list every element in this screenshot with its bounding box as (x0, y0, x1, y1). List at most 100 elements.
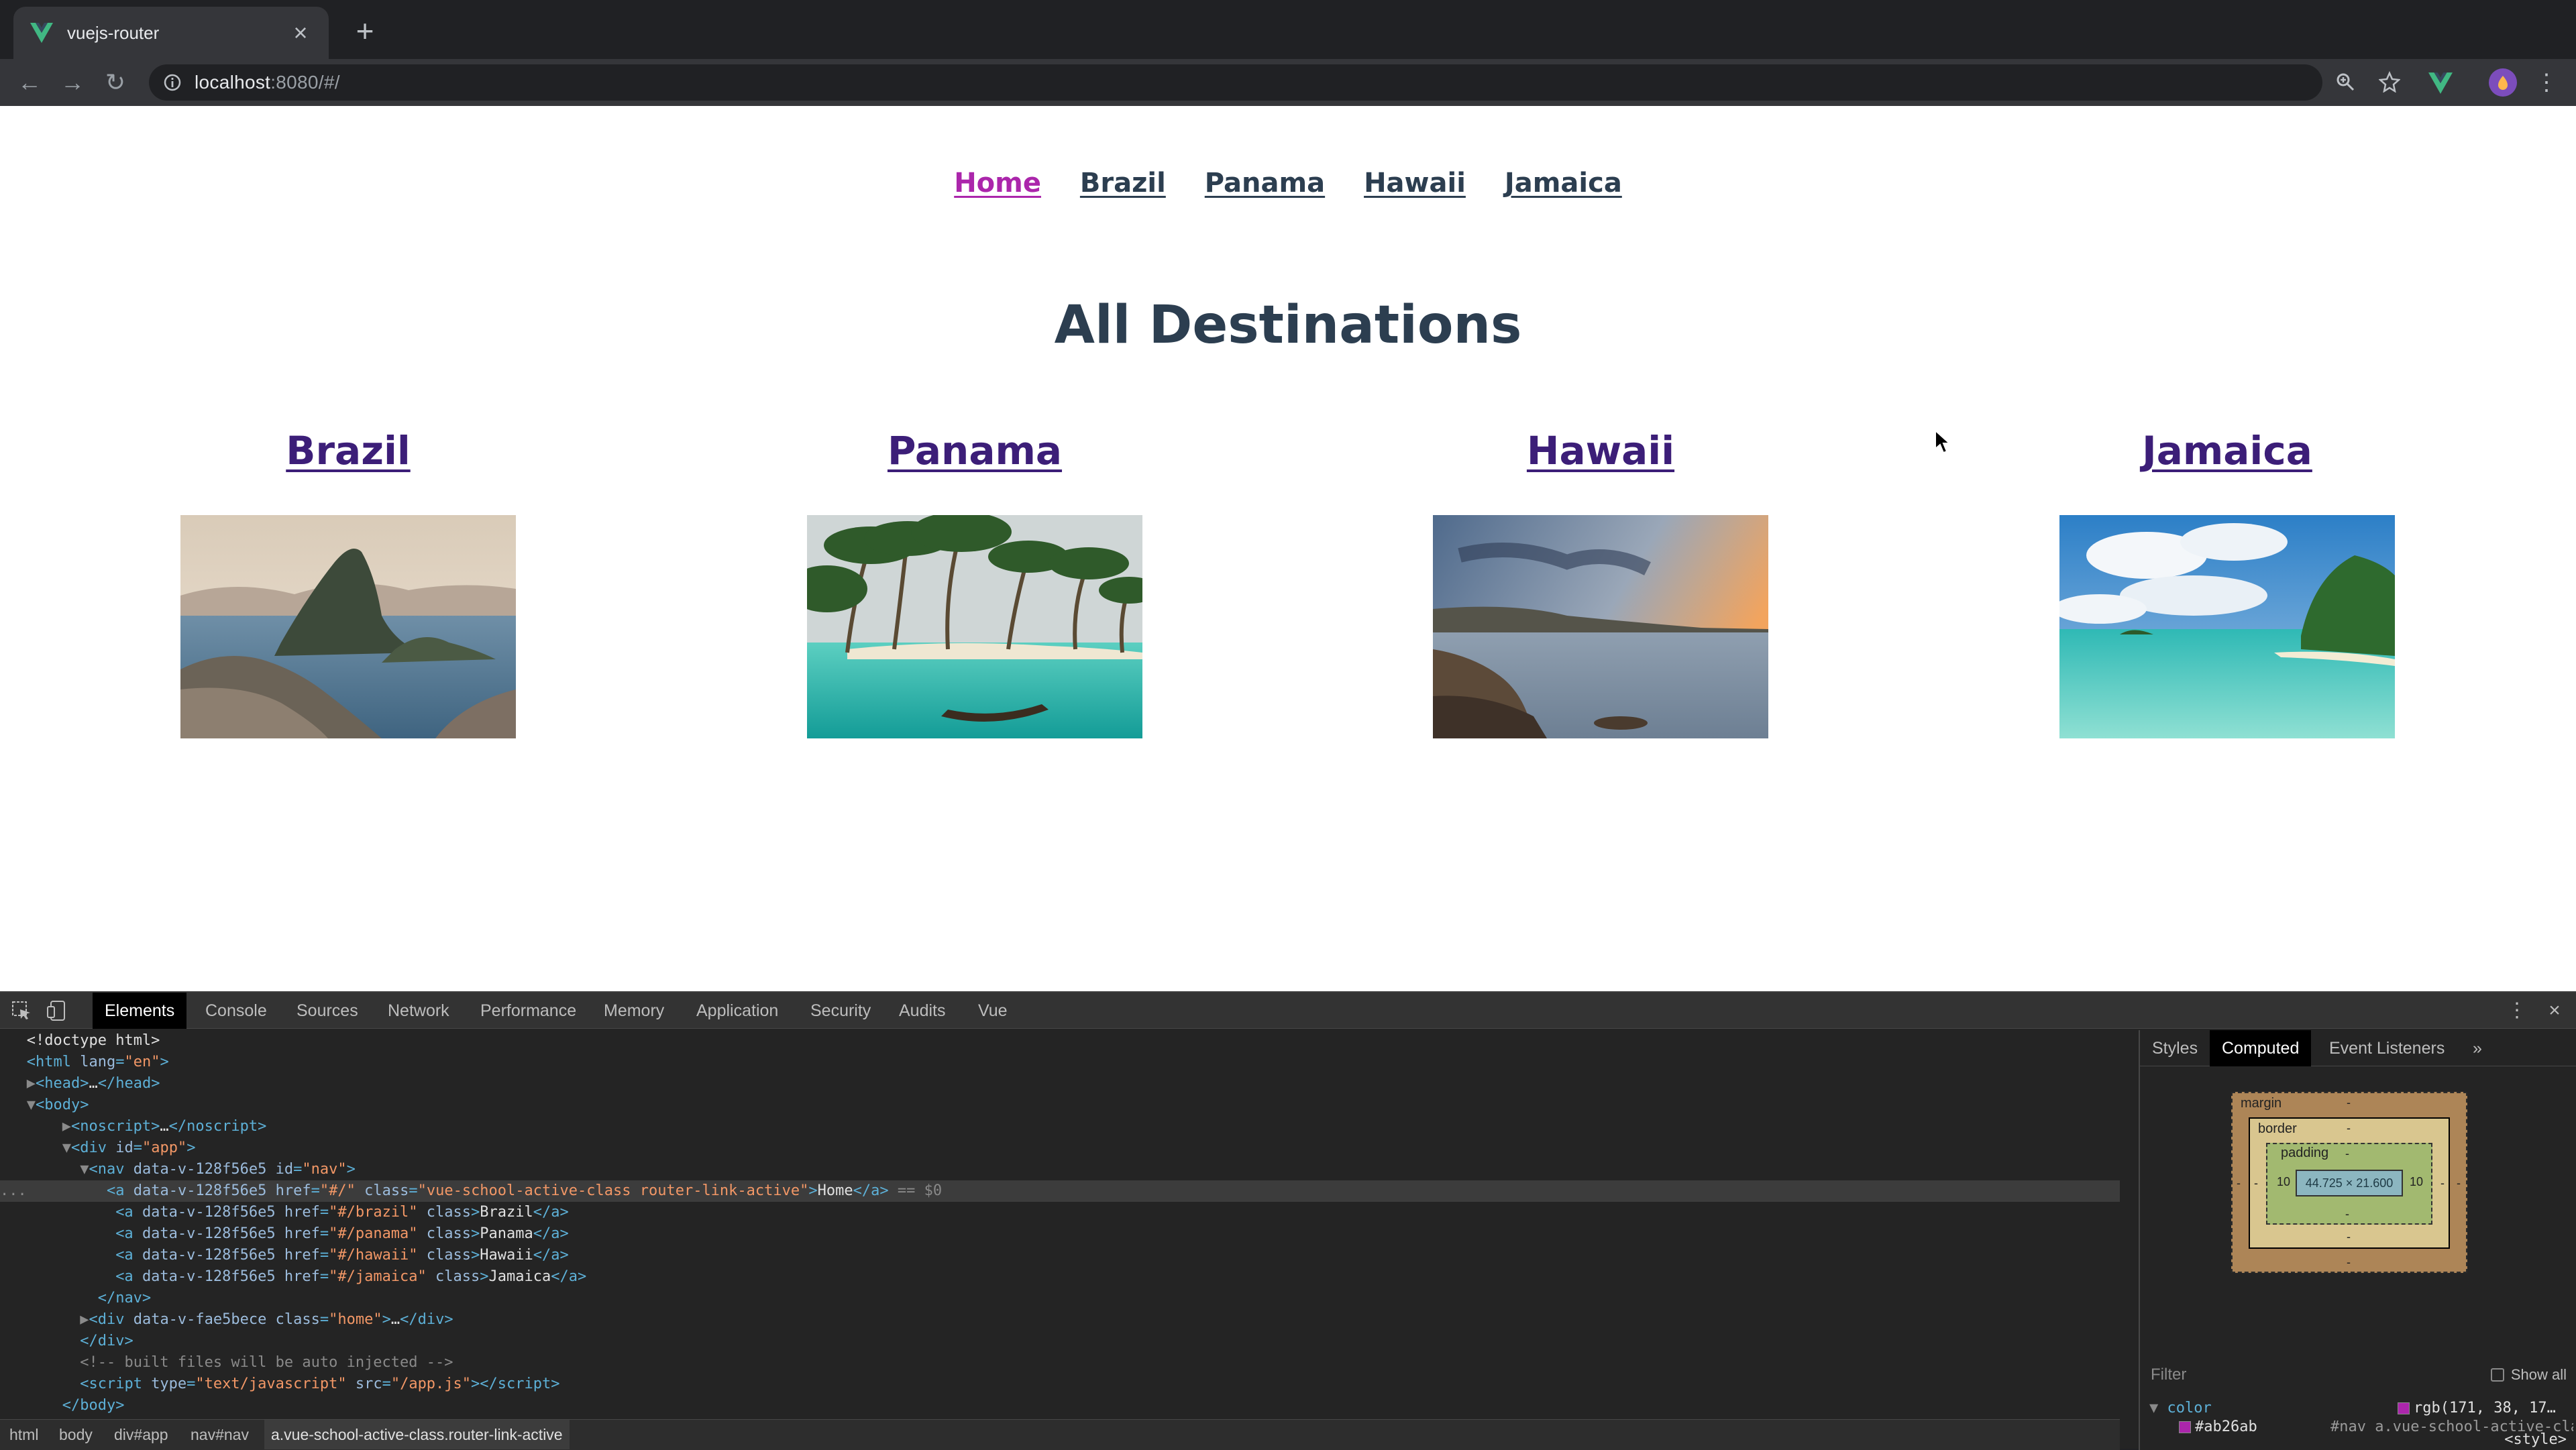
reload-icon[interactable]: ↻ (99, 66, 131, 99)
new-tab-icon[interactable]: + (349, 15, 381, 48)
dom-line[interactable]: <a data-v-128f56e5 href="#/jamaica" clas… (0, 1266, 2120, 1288)
tab-title: vuejs-router (67, 22, 160, 43)
destination-card-brazil: Brazil (147, 428, 549, 738)
box-model-content: 44.725 × 21.600 (2296, 1170, 2403, 1196)
dom-line[interactable]: ▶<noscript>…</noscript> (0, 1116, 2120, 1137)
nav-link-home[interactable]: Home (954, 168, 1041, 199)
computed-filter-input[interactable]: Filter Show all (2151, 1361, 2567, 1388)
dom-line[interactable]: <!-- built files will be auto injected -… (0, 1352, 2120, 1374)
filter-placeholder: Filter (2151, 1365, 2187, 1384)
box-model-border-label: border (2258, 1121, 2297, 1136)
nav-link-hawaii[interactable]: Hawaii (1364, 168, 1466, 199)
devtools-menu-icon[interactable]: ⋮ (2504, 993, 2530, 1029)
padding-right-value: 10 (2410, 1175, 2424, 1188)
address-bar[interactable]: localhost:8080/#/ (149, 64, 2322, 101)
destination-card-jamaica: Jamaica (2026, 428, 2428, 738)
tab-vue[interactable]: Vue (966, 993, 1020, 1029)
dom-line[interactable]: ▼<body> (0, 1095, 2120, 1116)
tab-computed[interactable]: Computed (2210, 1030, 2312, 1066)
devtools-panel: Elements Console Sources Network Perform… (0, 991, 2576, 1450)
site-info-icon[interactable] (160, 70, 185, 95)
destination-link-jamaica[interactable]: Jamaica (2026, 428, 2428, 473)
tab-event-listeners[interactable]: Event Listeners (2317, 1030, 2457, 1066)
more-tabs-icon[interactable]: » (2461, 1030, 2494, 1066)
tab-memory[interactable]: Memory (592, 993, 676, 1029)
dom-line[interactable]: </div> (0, 1331, 2120, 1352)
dom-line[interactable]: ▼<div id="app"> (0, 1137, 2120, 1159)
sidebar-tab-bar: Styles Computed Event Listeners » (2140, 1030, 2576, 1066)
nav-link-brazil[interactable]: Brazil (1080, 168, 1166, 199)
padding-left-value: 10 (2277, 1175, 2291, 1188)
color-swatch-icon[interactable] (2398, 1402, 2410, 1414)
destination-link-panama[interactable]: Panama (773, 428, 1176, 473)
browser-tab[interactable]: vuejs-router × (13, 7, 329, 59)
bookmark-star-icon[interactable] (2373, 66, 2406, 98)
computed-property-color[interactable]: ▼ color rgb(171, 38, 17… (2149, 1399, 2573, 1418)
vue-devtools-extension-icon[interactable] (2423, 72, 2458, 94)
box-model-value: - (2237, 1176, 2241, 1190)
dom-line[interactable]: <a data-v-128f56e5 href="#/brazil" class… (0, 1202, 2120, 1223)
destination-link-hawaii[interactable]: Hawaii (1399, 428, 1802, 473)
page-title: All Destinations (1054, 295, 1522, 355)
nav-link-panama[interactable]: Panama (1205, 168, 1325, 199)
computed-prop-name: color (2167, 1400, 2212, 1416)
elements-dom-tree: <!doctype html> <html lang="en"> ▶<head>… (0, 1030, 2120, 1422)
dom-line[interactable]: <a data-v-128f56e5 href="#/hawaii" class… (0, 1245, 2120, 1266)
dom-line[interactable]: </body> (0, 1395, 2120, 1416)
browser-menu-icon[interactable]: ⋮ (2533, 66, 2560, 99)
destination-link-brazil[interactable]: Brazil (147, 428, 549, 473)
dom-line-selected[interactable]: ... <a data-v-128f56e5 href="#/" class="… (0, 1180, 2120, 1202)
dom-line[interactable]: ▶<head>…</head> (0, 1073, 2120, 1095)
tab-performance[interactable]: Performance (468, 993, 588, 1029)
color-swatch-icon[interactable] (2179, 1421, 2191, 1433)
breadcrumb-item[interactable]: div#app (111, 1420, 171, 1449)
inspect-element-icon[interactable] (9, 999, 34, 1023)
destination-image-jamaica[interactable] (2059, 515, 2395, 738)
show-all-checkbox[interactable]: Show all (2490, 1361, 2567, 1388)
url-text[interactable]: localhost:8080/#/ (195, 72, 340, 93)
breadcrumb-item[interactable]: body (56, 1420, 95, 1449)
box-model-margin-label: margin (2241, 1096, 2282, 1111)
dom-line[interactable]: <html lang="en"> (0, 1052, 2120, 1073)
tab-network[interactable]: Network (376, 993, 462, 1029)
destination-image-hawaii[interactable] (1433, 515, 1768, 738)
breadcrumb-item[interactable]: nav#nav (188, 1420, 252, 1449)
box-model-value: - (2345, 1147, 2349, 1160)
computed-prop-value-wrap: rgb(171, 38, 17… (2398, 1399, 2556, 1418)
dom-line[interactable]: <!doctype html> (0, 1030, 2120, 1052)
tab-application[interactable]: Application (684, 993, 790, 1029)
tab-security[interactable]: Security (798, 993, 883, 1029)
box-model-value: - (2440, 1176, 2445, 1190)
tab-sources[interactable]: Sources (284, 993, 370, 1029)
nav-link-jamaica[interactable]: Jamaica (1505, 168, 1622, 199)
computed-rule-source: <style> (2149, 1433, 2573, 1447)
tab-styles[interactable]: Styles (2140, 1030, 2210, 1066)
breadcrumb-item[interactable]: html (7, 1420, 41, 1449)
forward-icon[interactable]: → (56, 66, 89, 99)
dom-line[interactable]: <script type="text/javascript" src="/app… (0, 1374, 2120, 1395)
destination-image-panama[interactable] (807, 515, 1142, 738)
device-toolbar-icon[interactable] (46, 999, 70, 1023)
tab-audits[interactable]: Audits (887, 993, 957, 1029)
tab-elements[interactable]: Elements (93, 993, 187, 1029)
back-icon[interactable]: ← (13, 66, 46, 99)
rule-source[interactable]: <style> (2504, 1433, 2567, 1447)
dom-breadcrumbs: html body div#app nav#nav a.vue-school-a… (0, 1419, 2120, 1450)
tab-console[interactable]: Console (193, 993, 279, 1029)
page-viewport: Home Brazil Panama Hawaii Jamaica All De… (0, 106, 2576, 991)
vue-logo-icon (28, 19, 55, 46)
profile-avatar[interactable] (2489, 68, 2517, 97)
dom-line[interactable]: <a data-v-128f56e5 href="#/panama" class… (0, 1223, 2120, 1245)
box-model-value: - (2347, 1121, 2351, 1135)
devtools-close-icon[interactable]: × (2541, 993, 2568, 1029)
show-all-label: Show all (2510, 1366, 2567, 1383)
box-model-value: - (2345, 1207, 2349, 1221)
dom-line[interactable]: ▼<nav data-v-128f56e5 id="nav"> (0, 1159, 2120, 1180)
destination-image-brazil[interactable] (180, 515, 516, 738)
tab-close-icon[interactable]: × (287, 19, 314, 46)
dom-line[interactable]: </nav> (0, 1288, 2120, 1309)
zoom-icon[interactable] (2329, 66, 2361, 98)
breadcrumb-item-selected[interactable]: a.vue-school-active-class.router-link-ac… (264, 1420, 570, 1449)
dom-line[interactable]: ▶<div data-v-fae5bece class="home">…</di… (0, 1309, 2120, 1331)
checkbox-icon (2490, 1368, 2504, 1382)
